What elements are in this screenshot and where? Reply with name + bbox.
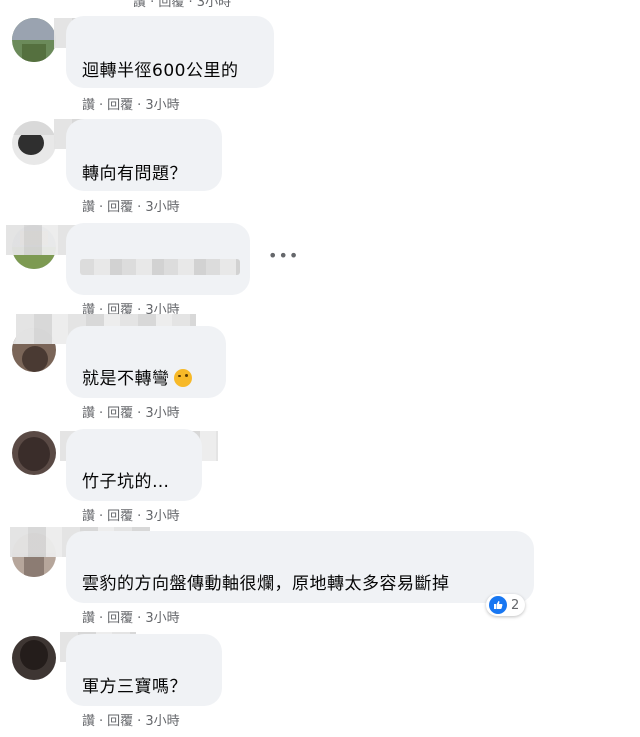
comment-text: 就是不轉彎: [82, 364, 192, 389]
avatar[interactable]: [12, 121, 56, 165]
timestamp[interactable]: 3小時: [145, 710, 179, 729]
comment-text: 軍方三寶嗎？: [82, 677, 187, 697]
comment-item: 雲豹的方向盤傳動軸很爛，原地轉太多容易斷掉 讚 · 回覆 · 3小時: [0, 515, 640, 626]
avatar[interactable]: [12, 431, 56, 475]
comment-text-content: 就是不轉彎: [82, 369, 170, 389]
separator-dot: ·: [137, 714, 142, 729]
separator-dot: ·: [99, 714, 104, 729]
comment-item: 迴轉半徑600公里的 讚 · 回覆 · 3小時: [0, 0, 640, 113]
comment-text: 雲豹的方向盤傳動軸很爛，原地轉太多容易斷掉: [82, 574, 450, 594]
avatar[interactable]: [12, 636, 56, 680]
comment-item: 軍方三寶嗎？ 讚 · 回覆 · 3小時: [0, 618, 640, 729]
comment-text-blurred: [80, 259, 240, 275]
like-link[interactable]: 讚: [82, 710, 95, 729]
comment-text: 竹子坑的…: [82, 472, 170, 492]
reaction-count: 2: [511, 597, 520, 613]
reply-link[interactable]: 回覆: [107, 710, 133, 729]
thumbs-up-icon: [489, 596, 507, 614]
comment-item: 竹子坑的… 讚 · 回覆 · 3小時: [0, 413, 640, 524]
comment-text: 迴轉半徑600公里的: [82, 61, 239, 81]
more-options-icon[interactable]: •••: [268, 246, 299, 265]
comment-item: 就是不轉彎 讚 · 回覆 · 3小時: [0, 310, 640, 421]
comment-item: 讚 · 回覆 · 3小時: [0, 207, 640, 318]
wink-emoji-icon: [173, 369, 192, 387]
comment-actions: 讚 · 回覆 · 3小時: [82, 710, 180, 729]
avatar[interactable]: [12, 18, 56, 62]
comment-item: 轉向有問題？ 讚 · 回覆 · 3小時: [0, 103, 640, 215]
comment-text: 轉向有問題？: [82, 164, 187, 184]
reaction-badge[interactable]: 2: [486, 594, 526, 616]
